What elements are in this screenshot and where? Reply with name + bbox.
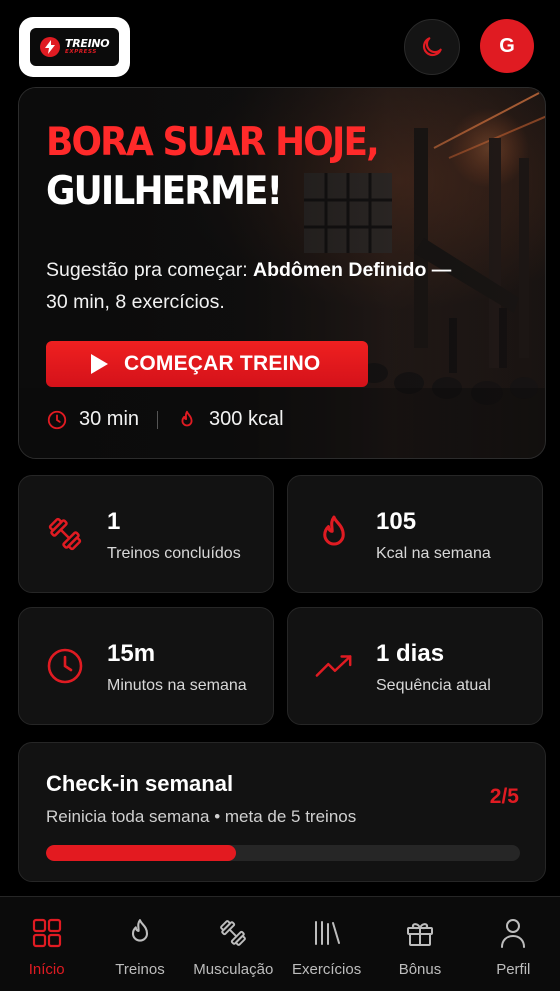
play-icon xyxy=(91,354,108,374)
stat-card-streak: 1 dias Sequência atual xyxy=(287,607,543,725)
suggestion-details: 30 min, 8 exercícios. xyxy=(46,291,225,313)
stat-value: 1 xyxy=(107,508,121,535)
flame-icon xyxy=(181,410,193,426)
nav-item-perfil[interactable]: Perfil xyxy=(467,897,560,991)
hero-title-line2: GUILHERME! xyxy=(46,169,283,214)
avatar[interactable]: G xyxy=(480,19,534,73)
stat-card-workouts: 1 Treinos concluídos xyxy=(18,475,274,593)
start-workout-label: COMEÇAR TREINO xyxy=(124,352,321,375)
nav-item-bonus[interactable]: Bônus xyxy=(373,897,466,991)
nav-item-treinos[interactable]: Treinos xyxy=(93,897,186,991)
bottom-navigation: Início Treinos Musculação Exercícios Bôn… xyxy=(0,896,560,991)
nav-label: Perfil xyxy=(496,961,531,978)
flame-icon xyxy=(314,514,354,554)
trending-up-icon xyxy=(314,646,354,686)
app-logo[interactable]: TREINO EXPRESS xyxy=(19,17,130,77)
stat-value: 1 dias xyxy=(376,640,445,667)
start-workout-button[interactable]: COMEÇAR TREINO xyxy=(46,341,368,387)
nav-item-inicio[interactable]: Início xyxy=(0,897,93,991)
workout-meta: 30 min 300 kcal xyxy=(46,408,284,431)
stat-value: 15m xyxy=(107,640,156,667)
moon-icon xyxy=(422,37,442,57)
stat-label: Minutos na semana xyxy=(107,677,247,694)
nav-label: Bônus xyxy=(398,961,442,978)
suggestion-workout: Abdômen Definido — xyxy=(253,259,452,281)
user-icon xyxy=(501,919,526,948)
gift-icon xyxy=(406,923,433,946)
hero-card: BORA SUAR HOJE, GUILHERME! Sugestão pra … xyxy=(18,87,546,459)
logo-text-secondary: EXPRESS xyxy=(65,49,97,56)
workout-calories: 300 kcal xyxy=(209,408,284,430)
app-header: TREINO EXPRESS G xyxy=(0,0,560,84)
checkin-subtitle: Reinicia toda semana • meta de 5 treinos xyxy=(46,807,357,826)
flame-icon xyxy=(131,919,149,942)
logo-text-primary: TREINO xyxy=(65,37,110,51)
nav-item-musculacao[interactable]: Musculação xyxy=(187,897,280,991)
bolt-icon xyxy=(40,37,60,57)
stat-label: Sequência atual xyxy=(376,677,491,694)
nav-label: Musculação xyxy=(193,961,274,978)
checkin-title: Check-in semanal xyxy=(46,771,234,796)
stat-card-minutes: 15m Minutos na semana xyxy=(18,607,274,725)
weekly-checkin-card: Check-in semanal Reinicia toda semana • … xyxy=(18,742,546,882)
nav-item-exercicios[interactable]: Exercícios xyxy=(280,897,373,991)
clock-icon xyxy=(47,410,67,429)
workout-suggestion: Sugestão pra começar: Abdômen Definido —… xyxy=(46,254,516,318)
dumbbell-icon xyxy=(45,514,85,554)
checkin-progress-bar xyxy=(46,845,520,861)
stat-label: Kcal na semana xyxy=(376,545,491,562)
dumbbell-icon xyxy=(220,920,247,946)
nav-label: Treinos xyxy=(115,961,165,978)
grid-icon xyxy=(32,918,61,948)
logo-badge: TREINO EXPRESS xyxy=(30,28,119,66)
nav-label: Início xyxy=(28,961,65,978)
suggestion-prefix: Sugestão pra começar: xyxy=(46,259,254,281)
meta-divider xyxy=(157,410,159,429)
stat-card-calories: 105 Kcal na semana xyxy=(287,475,543,593)
theme-toggle-button[interactable] xyxy=(404,19,460,75)
stat-label: Treinos concluídos xyxy=(107,545,241,562)
hero-title-line1: BORA SUAR HOJE, xyxy=(46,120,380,165)
nav-label: Exercícios xyxy=(292,961,362,978)
stat-value: 105 xyxy=(376,508,417,535)
workout-duration: 30 min xyxy=(79,408,140,430)
checkin-progress-fill xyxy=(46,845,236,861)
clock-icon xyxy=(45,646,85,686)
library-icon xyxy=(314,921,340,945)
hero-title: BORA SUAR HOJE, GUILHERME! xyxy=(46,118,380,216)
checkin-count: 2/5 xyxy=(489,785,519,808)
